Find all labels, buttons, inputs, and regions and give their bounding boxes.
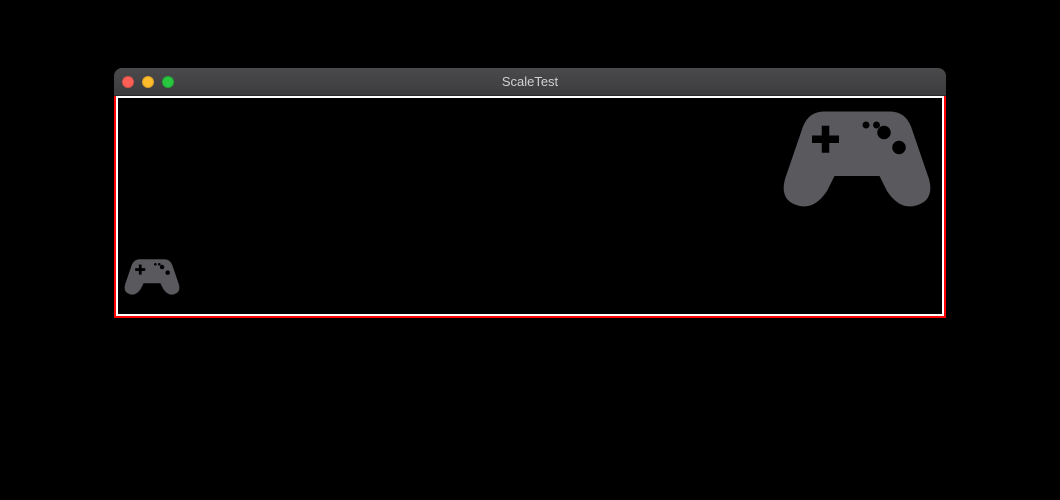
traffic-lights (122, 76, 174, 88)
maximize-button[interactable] (162, 76, 174, 88)
close-button[interactable] (122, 76, 134, 88)
titlebar[interactable]: ScaleTest (114, 68, 946, 96)
app-window: ScaleTest (114, 68, 946, 318)
gamecontroller-icon (124, 256, 180, 296)
window-title: ScaleTest (502, 74, 558, 89)
minimize-button[interactable] (142, 76, 154, 88)
canvas (118, 98, 942, 314)
content-area (114, 96, 946, 318)
content-inner-border (116, 96, 944, 316)
gamecontroller-icon (782, 104, 932, 209)
